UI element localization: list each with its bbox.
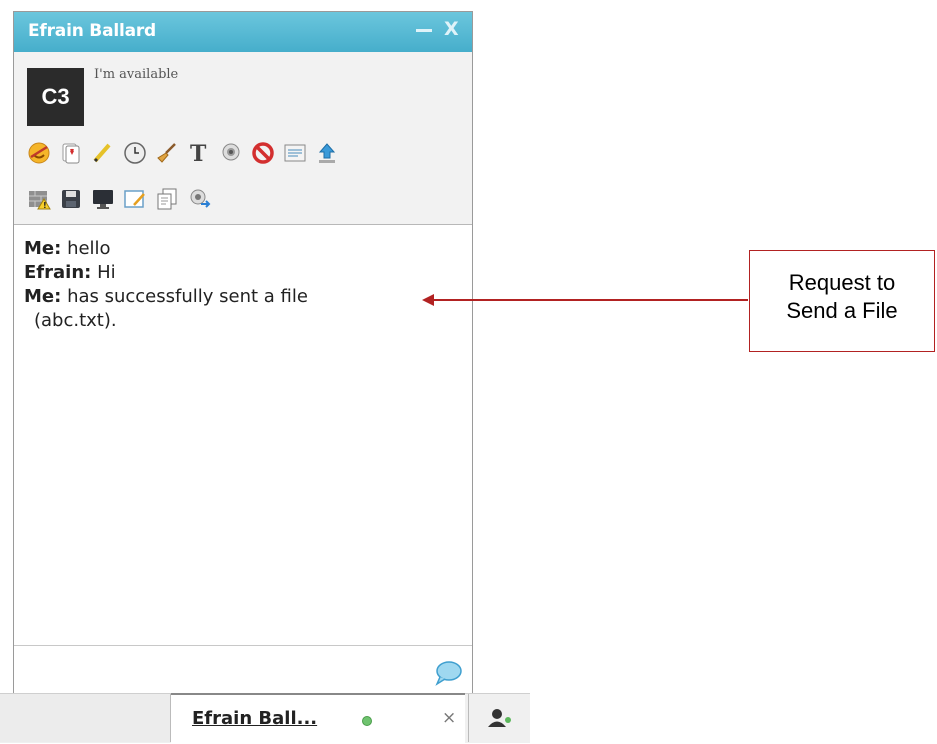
message-sender: Me: <box>24 286 62 307</box>
font-icon[interactable]: T <box>186 140 212 166</box>
chat-titlebar[interactable]: Efrain Ballard X <box>14 12 472 52</box>
chat-bubble-send-icon[interactable] <box>434 660 462 690</box>
message-input[interactable] <box>14 645 472 694</box>
contacts-icon <box>488 709 511 727</box>
annotation-callout: Request to Send a File <box>749 250 935 352</box>
webcam-send-icon[interactable] <box>186 186 212 212</box>
message-text: hello <box>67 238 111 259</box>
message-line: Me: hello <box>24 237 462 261</box>
status-text[interactable]: I'm available <box>94 67 178 82</box>
warning-wall-icon[interactable]: ! <box>26 186 52 212</box>
online-status-icon <box>362 716 372 726</box>
notepad-icon[interactable] <box>122 186 148 212</box>
chat-tab-label[interactable]: Efrain Ball... <box>192 708 317 729</box>
contacts-button[interactable] <box>468 694 531 742</box>
annotation-arrow <box>422 294 748 306</box>
profile-panel: C3 I'm available T ! <box>14 52 472 225</box>
message-sender: Me: <box>24 238 62 259</box>
minimize-button[interactable] <box>414 16 434 41</box>
avatar[interactable]: C3 <box>27 68 84 126</box>
toolbar-row-1: T <box>26 140 340 166</box>
webcam-icon[interactable] <box>218 140 244 166</box>
chat-window: Efrain Ballard X C3 I'm available T ! Me… <box>13 11 473 694</box>
minimize-icon <box>416 29 432 32</box>
pencil-icon[interactable] <box>90 140 116 166</box>
chat-tab-efrain[interactable]: Efrain Ball... × <box>171 693 465 744</box>
empty-tab <box>0 694 171 742</box>
message-text: Hi <box>97 262 116 283</box>
copy-icon[interactable] <box>154 186 180 212</box>
annotation-line-1: Request to <box>788 270 896 295</box>
message-log: Me: hello Efrain: Hi Me: has successfull… <box>14 225 472 645</box>
message-sender: Efrain: <box>24 262 92 283</box>
message-continuation: (abc.txt). <box>34 310 117 331</box>
broom-icon[interactable] <box>154 140 180 166</box>
toolbar-row-2: ! <box>26 186 212 212</box>
tab-close-button[interactable]: × <box>442 708 456 728</box>
block-icon[interactable] <box>250 140 276 166</box>
window-icon[interactable] <box>282 140 308 166</box>
annotation-line-2: Send a File <box>786 298 898 323</box>
monitor-icon[interactable] <box>90 186 116 212</box>
upload-icon[interactable] <box>314 140 340 166</box>
save-icon[interactable] <box>58 186 84 212</box>
chat-tab-bar: Efrain Ball... × <box>0 693 531 744</box>
svg-text:T: T <box>190 141 207 165</box>
close-button[interactable]: X <box>444 18 459 40</box>
clock-icon[interactable] <box>122 140 148 166</box>
message-line: Efrain: Hi <box>24 261 462 285</box>
message-line: Me: has successfully sent a file <box>24 285 462 309</box>
svg-text:!: ! <box>43 201 47 210</box>
message-text: has successfully sent a file <box>67 286 308 307</box>
cards-icon[interactable] <box>58 140 84 166</box>
emoticon-icon[interactable] <box>26 140 52 166</box>
chat-title: Efrain Ballard <box>28 21 157 41</box>
